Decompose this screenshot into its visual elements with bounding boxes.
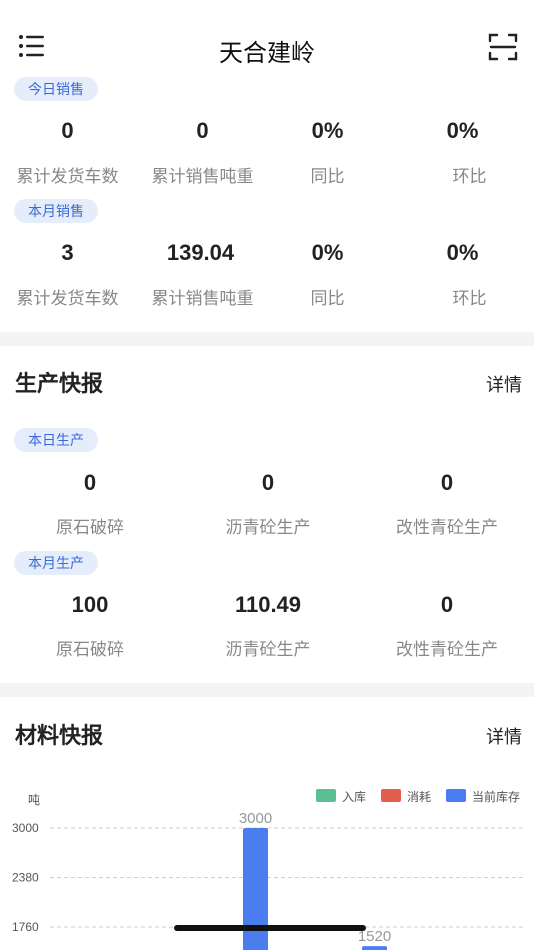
y-tick-label: 1760 [12, 920, 39, 934]
scan-icon[interactable] [488, 32, 518, 62]
today-mom-label: 环比 [452, 167, 487, 186]
today-production-tag: 本日生产 [14, 428, 98, 452]
month-tonnage-label: 累计销售吨重 [151, 289, 254, 308]
month-trucks-value: 3 [61, 240, 74, 265]
home-indicator [174, 925, 366, 931]
month-modified-asphalt-label: 改性青砼生产 [396, 640, 498, 659]
month-mom-label: 环比 [452, 289, 487, 308]
y-tick-label: 2380 [12, 871, 39, 885]
section-divider [0, 683, 534, 697]
today-trucks-label: 累计发货车数 [16, 167, 119, 186]
today-modified-asphalt-value: 0 [440, 470, 454, 495]
today-asphalt-label: 沥青砼生产 [225, 518, 311, 537]
bar-data-label: 3000 [239, 810, 272, 827]
today-mom-value: 0% [446, 118, 479, 143]
today-asphalt-value: 0 [261, 470, 275, 495]
top-bar: 天合建岭 [0, 0, 534, 80]
month-modified-asphalt-value: 0 [440, 592, 454, 617]
today-yoy-value: 0% [311, 118, 344, 143]
month-asphalt-label: 沥青砼生产 [225, 640, 311, 659]
today-modified-asphalt-label: 改性青砼生产 [396, 518, 498, 537]
month-yoy-label: 同比 [310, 289, 345, 308]
today-yoy-label: 同比 [310, 167, 345, 186]
today-crushing-label: 原石破碎 [56, 518, 124, 537]
month-sales-tag: 本月销售 [14, 199, 98, 223]
today-trucks-value: 0 [61, 118, 74, 143]
month-production-tag: 本月生产 [14, 551, 98, 575]
today-crushing-value: 0 [83, 470, 97, 495]
month-tonnage-value: 139.04 [166, 240, 235, 265]
month-trucks-label: 累计发货车数 [16, 289, 119, 308]
month-yoy-value: 0% [311, 240, 344, 265]
stock-bar [362, 946, 387, 950]
materials-detail-link[interactable]: 详情 [486, 723, 522, 749]
production-detail-link[interactable]: 详情 [486, 371, 522, 397]
stock-bar [243, 828, 268, 950]
y-tick-label: 3000 [12, 821, 39, 835]
month-mom-value: 0% [446, 240, 479, 265]
page-title: 天合建岭 [219, 40, 315, 67]
materials-section-title: 材料快报 [15, 723, 104, 748]
today-sales-tag: 今日销售 [14, 77, 98, 101]
y-axis-unit-label: 吨 [28, 793, 40, 807]
month-crushing-value: 100 [71, 592, 109, 617]
month-crushing-label: 原石破碎 [56, 640, 124, 659]
production-section-title: 生产快报 [15, 371, 104, 396]
month-asphalt-value: 110.49 [234, 592, 302, 617]
today-tonnage-value: 0 [196, 118, 209, 143]
today-tonnage-label: 累计销售吨重 [151, 167, 254, 186]
section-divider [0, 332, 534, 346]
